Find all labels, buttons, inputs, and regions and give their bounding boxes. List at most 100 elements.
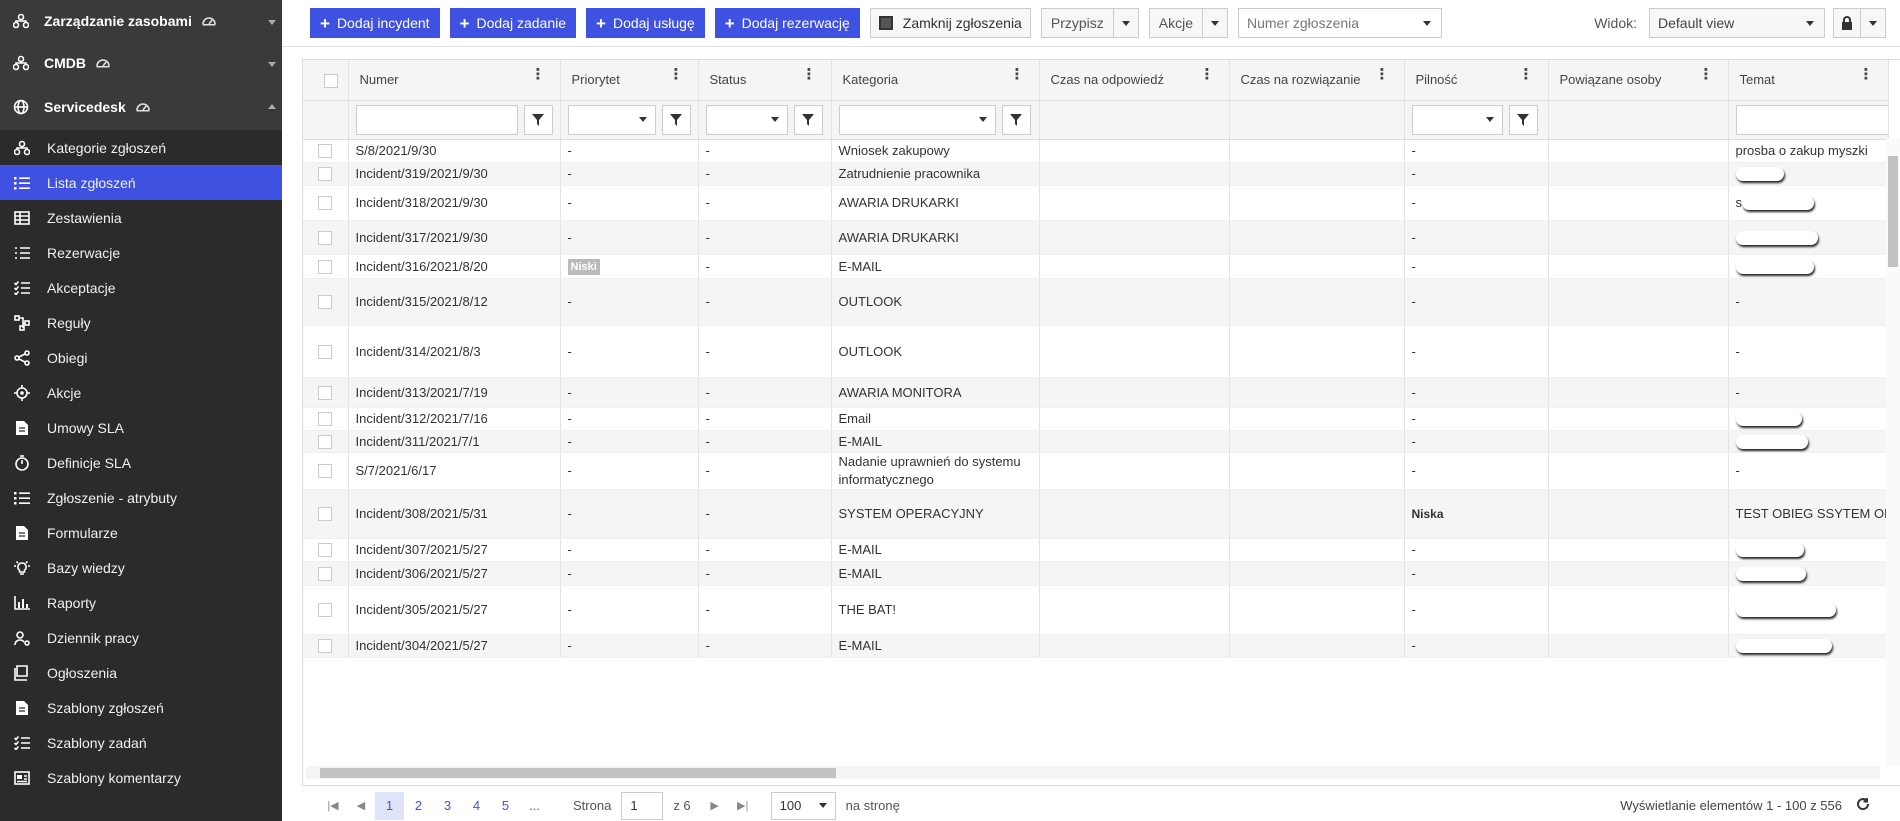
lock-icon[interactable] [1834,9,1860,37]
row-checkbox[interactable] [303,538,349,562]
column-header[interactable]: Temat ⋮ [1728,60,1889,101]
filter-icon[interactable] [1508,104,1538,135]
row-checkbox[interactable] [303,185,349,221]
column-menu-icon[interactable]: ⋮ [669,67,684,82]
table-row[interactable]: S/7/2021/6/17 - - Nadanie uprawnień do s… [303,452,1889,490]
column-menu-icon[interactable]: ⋮ [1010,67,1025,82]
sidebar-item-definicje-sla[interactable]: Definicje SLA [0,445,282,480]
chevron-up-icon[interactable] [268,104,276,109]
sidebar-section-servicedesk[interactable]: Servicedesk [0,84,282,130]
row-checkbox[interactable] [303,430,349,453]
row-checkbox[interactable] [303,325,349,378]
column-header[interactable]: Priorytet ⋮ [560,60,699,101]
status-filter-select[interactable] [705,104,788,135]
sidebar-section-cmdb[interactable]: CMDB [0,42,282,84]
table-row[interactable]: Incident/315/2021/8/12 - - OUTLOOK - - [303,278,1889,326]
column-header[interactable]: Status ⋮ [698,60,832,101]
table-row[interactable]: Incident/312/2021/7/16 - - Email - [303,407,1889,431]
table-row[interactable]: Incident/307/2021/5/27 - - E-MAIL - [303,538,1889,562]
column-header[interactable]: Kategoria ⋮ [831,60,1040,101]
dashboard-icon[interactable] [202,13,216,29]
last-page-icon[interactable]: ▶| [729,799,757,812]
filter-icon[interactable] [793,104,823,135]
column-header[interactable]: Numer ⋮ [348,60,561,101]
table-row[interactable]: Incident/318/2021/9/30 - - AWARIA DRUKAR… [303,185,1889,221]
table-row[interactable]: Incident/308/2021/5/31 - - SYSTEM OPERAC… [303,489,1889,539]
column-menu-icon[interactable]: ⋮ [1200,67,1215,82]
page-link[interactable]: 2 [404,792,433,820]
view-select[interactable]: Default view [1649,8,1825,38]
row-checkbox[interactable] [303,634,349,658]
chevron-down-icon[interactable] [268,20,276,25]
page-link[interactable]: 4 [462,792,491,820]
cell-numer[interactable]: Incident/316/2021/8/20 [348,254,561,279]
table-row[interactable]: Incident/319/2021/9/30 - - Zatrudnienie … [303,162,1889,186]
kategoria-filter-select[interactable] [838,104,996,135]
column-header[interactable]: Czas na odpowiedź ⋮ [1039,60,1230,101]
cell-numer[interactable]: Incident/314/2021/8/3 [348,325,561,378]
table-row[interactable]: Incident/305/2021/5/27 - - THE BAT! - [303,585,1889,635]
first-page-icon[interactable]: |◀ [319,799,347,812]
cell-numer[interactable]: Incident/307/2021/5/27 [348,538,561,562]
row-checkbox[interactable] [303,139,349,163]
filter-icon[interactable] [1001,104,1031,135]
actions-dropdown[interactable]: Akcje [1148,8,1228,38]
row-checkbox[interactable] [303,489,349,539]
sidebar-item-lista-zgłoszeń[interactable]: Lista zgłoszeń [0,165,282,200]
row-checkbox[interactable] [303,585,349,635]
cell-numer[interactable]: Incident/304/2021/5/27 [348,634,561,658]
sidebar-item-kategorie-zgłoszeń[interactable]: Kategorie zgłoszeń [0,130,282,165]
sidebar-item-bazy-wiedzy[interactable]: Bazy wiedzy [0,550,282,585]
prev-page-icon[interactable]: ◀ [347,799,375,812]
priorytet-filter-select[interactable] [567,104,656,135]
sidebar-item-umowy-sla[interactable]: Umowy SLA [0,410,282,445]
column-menu-icon[interactable]: ⋮ [531,67,546,82]
add-incident-button[interactable]: + Dodaj incydent [310,8,440,38]
ticket-number-input[interactable]: Numer zgłoszenia [1238,8,1442,38]
sidebar-item-szablony-komentarzy[interactable]: Szablony komentarzy [0,760,282,795]
add-task-button[interactable]: + Dodaj zadanie [449,8,577,38]
cell-numer[interactable]: Incident/305/2021/5/27 [348,585,561,635]
sidebar-item-zestawienia[interactable]: Zestawienia [0,200,282,235]
row-checkbox[interactable] [303,452,349,490]
column-header[interactable]: Czas na rozwiązanie ⋮ [1229,60,1405,101]
sidebar-item-dziennik-pracy[interactable]: Dziennik pracy [0,620,282,655]
table-row[interactable]: S/8/2021/9/30 - - Wniosek zakupowy - pro… [303,139,1889,163]
cell-numer[interactable]: Incident/317/2021/9/30 [348,220,561,255]
table-row[interactable]: Incident/311/2021/7/1 - - E-MAIL - [303,430,1889,453]
cell-numer[interactable]: Incident/318/2021/9/30 [348,185,561,221]
cell-numer[interactable]: Incident/319/2021/9/30 [348,162,561,186]
column-header[interactable]: Pilność ⋮ [1404,60,1549,101]
chevron-down-icon[interactable] [1413,20,1441,26]
column-menu-icon[interactable]: ⋮ [1519,67,1534,82]
row-checkbox[interactable] [303,377,349,408]
table-row[interactable]: Incident/304/2021/5/27 - - E-MAIL - [303,634,1889,658]
next-page-icon[interactable]: ▶ [701,799,729,812]
lock-view-button[interactable] [1833,8,1886,38]
sidebar-item-rezerwacje[interactable]: Rezerwacje [0,235,282,270]
add-service-button[interactable]: + Dodaj usługę [586,8,705,38]
cell-numer[interactable]: S/8/2021/9/30 [348,139,561,163]
pilnosc-filter-select[interactable] [1411,104,1503,135]
sidebar-item-obiegi[interactable]: Obiegi [0,340,282,375]
table-row[interactable]: Incident/306/2021/5/27 - - E-MAIL - [303,561,1889,586]
cell-numer[interactable]: S/7/2021/6/17 [348,452,561,490]
page-number-input[interactable]: 1 [621,791,664,820]
chevron-down-icon[interactable] [1796,20,1824,26]
column-header[interactable]: Powiązane osoby ⋮ [1548,60,1729,101]
sidebar-item-akceptacje[interactable]: Akceptacje [0,270,282,305]
numer-filter-input[interactable] [355,104,518,135]
column-menu-icon[interactable]: ⋮ [1375,67,1390,82]
sidebar-item-raporty[interactable]: Raporty [0,585,282,620]
chevron-down-icon[interactable] [268,62,276,67]
sidebar-item-szablony-zadań[interactable]: Szablony zadań [0,725,282,760]
sidebar-section-zarządzanie-zasobami[interactable]: Zarządzanie zasobami [0,0,282,42]
assign-dropdown[interactable]: Przypisz [1040,8,1139,38]
page-size-select[interactable]: 100 [770,791,836,820]
row-checkbox[interactable] [303,561,349,586]
page-link[interactable]: ... [520,792,549,820]
column-menu-icon[interactable]: ⋮ [802,67,817,82]
sidebar-item-formularze[interactable]: Formularze [0,515,282,550]
table-row[interactable]: Incident/316/2021/8/20 Niski - E-MAIL - [303,254,1889,279]
filter-icon[interactable] [661,104,691,135]
